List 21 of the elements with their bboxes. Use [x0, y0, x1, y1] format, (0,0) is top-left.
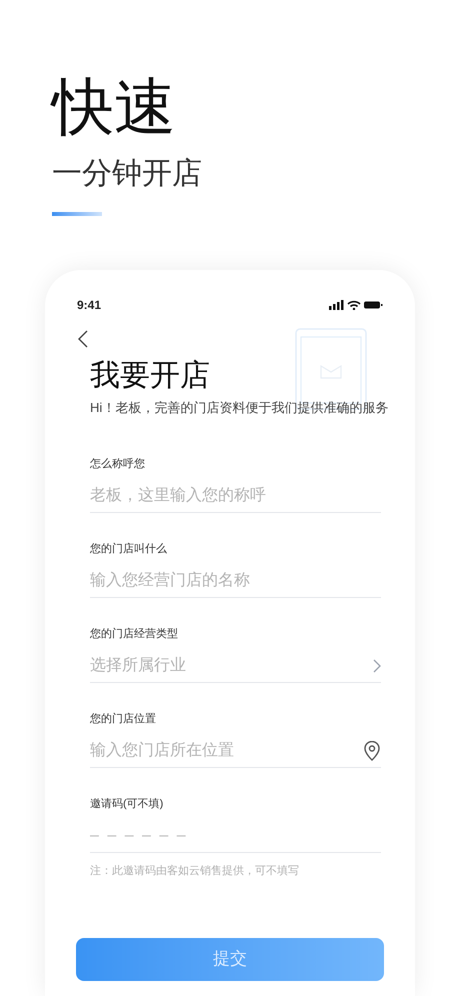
hero-subtitle: 一分钟开店: [52, 156, 203, 192]
accent-bar: [52, 212, 102, 216]
status-icons: [329, 300, 383, 310]
status-time: 9:41: [77, 297, 102, 314]
input-field[interactable]: 输入您门店所在位置: [90, 738, 363, 762]
field-label: 邀请码(可不填): [90, 797, 164, 812]
note-text: 注：此邀请码由客如云销售提供，可不填写: [90, 864, 300, 879]
input-field[interactable]: 输入您经营门店的名称: [90, 568, 381, 592]
field-label: 您的门店叫什么: [90, 542, 168, 557]
input-field[interactable]: 选择所属行业: [90, 654, 373, 678]
field-label: 怎么称呼您: [90, 457, 146, 472]
page-title: 我要开店: [90, 358, 211, 394]
input-field[interactable]: 老板，这里输入您的称呼: [90, 484, 381, 508]
field-label: 您的门店经营类型: [90, 626, 179, 642]
chevron-right-icon: [373, 658, 381, 672]
location-pin-icon[interactable]: [363, 740, 381, 760]
hero-title: 快速: [52, 72, 177, 144]
submit-button[interactable]: 提交: [76, 938, 384, 980]
back-icon[interactable]: [78, 330, 88, 348]
field-label: 您的门店位置: [90, 712, 157, 727]
input-field[interactable]: – – – – – –: [90, 824, 381, 848]
